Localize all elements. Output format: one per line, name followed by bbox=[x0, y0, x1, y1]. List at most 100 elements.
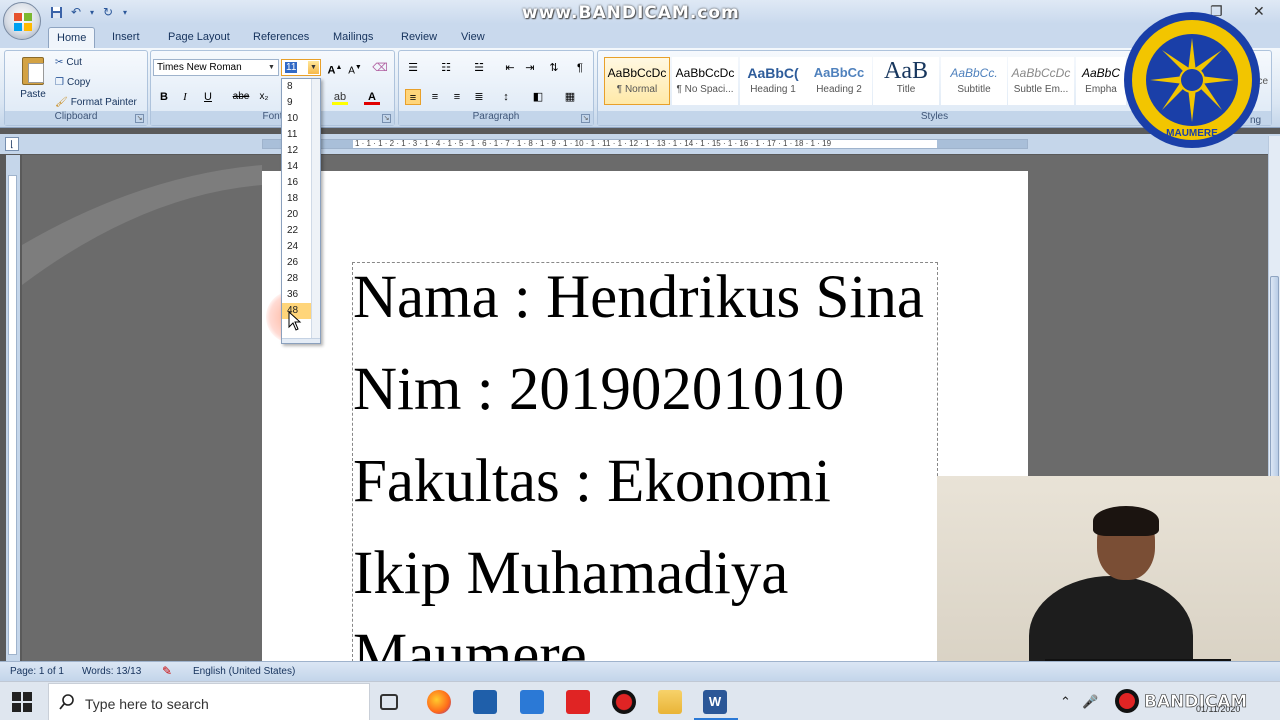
word-icon[interactable]: W bbox=[703, 690, 727, 714]
dropdown-scrollbar[interactable] bbox=[311, 79, 320, 341]
clipboard-dialog-launcher[interactable]: ↘ bbox=[135, 114, 144, 123]
align-center-icon[interactable]: ≡ bbox=[427, 89, 443, 105]
line-spacing-icon[interactable]: ↕ bbox=[498, 89, 514, 105]
language-indicator[interactable]: English (United States) bbox=[193, 666, 295, 677]
doc-line-city[interactable]: Maumere bbox=[353, 621, 587, 661]
downloader-icon[interactable] bbox=[566, 690, 590, 714]
tab-page-layout[interactable]: Page Layout bbox=[160, 27, 238, 48]
redo-icon[interactable]: ↻ bbox=[100, 4, 116, 20]
borders-icon[interactable]: ▦ bbox=[562, 89, 578, 105]
multilevel-list-icon[interactable]: ☱ bbox=[471, 60, 487, 76]
tab-review[interactable]: Review bbox=[393, 27, 445, 48]
style-subtle-emphasis[interactable]: AaBbCcDc Subtle Em... bbox=[1008, 57, 1074, 105]
clear-formatting-icon[interactable]: ⌫ bbox=[372, 60, 388, 76]
copy-button[interactable]: ❐ Copy bbox=[55, 77, 90, 88]
paragraph-dialog-launcher[interactable]: ↘ bbox=[581, 114, 590, 123]
bandicam-icon[interactable] bbox=[612, 690, 636, 714]
style-normal[interactable]: AaBbCcDc ¶ Normal bbox=[604, 57, 670, 105]
clipboard-icon bbox=[22, 57, 44, 85]
customize-qat-icon[interactable]: ▾ bbox=[120, 4, 130, 20]
title-bar: ↶ ▾ ↻ ▾ www.BANDICAM.com ❐ ✕ bbox=[0, 0, 1280, 24]
underline-button[interactable]: U bbox=[200, 89, 216, 105]
format-painter-button[interactable]: 🖌 Format Painter bbox=[55, 97, 137, 108]
decrease-indent-icon[interactable]: ⇤ bbox=[502, 60, 518, 76]
firefox-icon[interactable] bbox=[427, 690, 451, 714]
doc-line-fakultas[interactable]: Fakultas : Ekonomi bbox=[353, 447, 831, 517]
grow-font-icon[interactable]: A▲ bbox=[327, 60, 343, 77]
file-explorer-icon[interactable] bbox=[658, 690, 682, 714]
quick-access-toolbar: ↶ ▾ ↻ ▾ bbox=[48, 4, 130, 20]
word-count[interactable]: Words: 13/13 bbox=[82, 666, 141, 677]
resize-grip[interactable] bbox=[282, 338, 320, 343]
style-no-spacing[interactable]: AaBbCcDc ¶ No Spaci... bbox=[672, 57, 738, 105]
taskbar-search-box[interactable]: Type here to search bbox=[48, 683, 370, 720]
chevron-down-icon[interactable]: ▼ bbox=[308, 61, 319, 74]
doc-line-nama[interactable]: Nama : Hendrikus Sina bbox=[353, 263, 924, 333]
bandicam-text: BANDICAM bbox=[1144, 692, 1247, 712]
doc-line-institution[interactable]: Ikip Muhamadiya bbox=[353, 539, 788, 609]
office-button[interactable] bbox=[3, 2, 41, 40]
ruler-numbers: 1 · 1 · 1 · 2 · 1 · 3 · 1 · 4 · 1 · 5 · … bbox=[355, 139, 832, 148]
bullets-icon[interactable]: ☰ bbox=[405, 60, 421, 76]
subscript-button[interactable]: x₂ bbox=[256, 89, 272, 105]
style-title[interactable]: AaB Title bbox=[873, 57, 939, 105]
style-name: ¶ Normal bbox=[616, 84, 658, 95]
cut-button[interactable]: ✂ Cut bbox=[55, 57, 82, 68]
vertical-ruler[interactable] bbox=[6, 155, 20, 661]
style-sample: AaB bbox=[884, 58, 928, 84]
store-icon[interactable] bbox=[473, 690, 497, 714]
mail-icon[interactable] bbox=[520, 690, 544, 714]
font-name-combo[interactable]: Times New Roman ▼ bbox=[153, 59, 279, 76]
chevron-up-icon[interactable]: ⌃ bbox=[1060, 694, 1071, 710]
style-sample: AaBbCc. bbox=[950, 66, 998, 80]
strikethrough-button[interactable]: abe bbox=[230, 89, 252, 105]
cut-label: Cut bbox=[66, 57, 82, 68]
style-heading-2[interactable]: AaBbCc Heading 2 bbox=[806, 57, 872, 105]
style-heading-1[interactable]: AaBbC( Heading 1 bbox=[740, 57, 806, 105]
tab-insert[interactable]: Insert bbox=[104, 27, 148, 48]
style-subtitle[interactable]: AaBbCc. Subtitle bbox=[941, 57, 1007, 105]
sort-icon[interactable]: ⇅ bbox=[546, 60, 562, 76]
bold-button[interactable]: B bbox=[156, 89, 172, 105]
paste-button[interactable]: Paste bbox=[13, 57, 53, 111]
tab-view[interactable]: View bbox=[453, 27, 493, 48]
horizontal-ruler[interactable]: 1 · 1 · 1 · 2 · 1 · 3 · 1 · 4 · 1 · 5 · … bbox=[262, 139, 1028, 149]
windows-start-icon[interactable] bbox=[12, 692, 32, 712]
font-color-icon[interactable]: A bbox=[364, 89, 380, 105]
windows-taskbar: Type here to search W ⌃ 🎤 01/11/2020 bbox=[0, 681, 1280, 720]
tab-references[interactable]: References bbox=[245, 27, 317, 48]
task-view-icon[interactable] bbox=[380, 694, 398, 710]
doc-line-nim[interactable]: Nim : 20190201010 bbox=[353, 355, 844, 425]
save-icon[interactable] bbox=[48, 4, 64, 20]
undo-icon[interactable]: ↶ bbox=[68, 4, 84, 20]
numbering-icon[interactable]: ☷ bbox=[438, 60, 454, 76]
style-sample: AaBbCcDc bbox=[1011, 66, 1071, 80]
align-left-icon[interactable]: ≡ bbox=[405, 89, 421, 105]
right-margin bbox=[937, 140, 1027, 148]
italic-button[interactable]: I bbox=[177, 89, 193, 105]
undo-dropdown-icon[interactable]: ▾ bbox=[88, 4, 96, 20]
proofing-icon[interactable]: ✎ bbox=[162, 664, 172, 678]
tab-mailings[interactable]: Mailings bbox=[325, 27, 381, 48]
style-sample: AaBbCc bbox=[813, 65, 865, 80]
increase-indent-icon[interactable]: ⇥ bbox=[522, 60, 538, 76]
highlight-icon[interactable]: ab bbox=[332, 89, 348, 105]
seal-bottom-text: MAUMERE bbox=[1166, 128, 1218, 139]
bandicam-logo: BANDICAM bbox=[1115, 689, 1248, 713]
page-count[interactable]: Page: 1 of 1 bbox=[10, 666, 64, 677]
justify-icon[interactable]: ≣ bbox=[471, 89, 487, 105]
tab-home[interactable]: Home bbox=[48, 27, 96, 48]
font-size-combo[interactable]: 11 ▼ bbox=[281, 59, 321, 76]
text-box[interactable]: Nama : Hendrikus Sina Nim : 20190201010 … bbox=[352, 262, 938, 662]
shading-icon[interactable]: ◧ bbox=[530, 89, 546, 105]
shrink-font-icon[interactable]: A▼ bbox=[347, 60, 363, 76]
show-hide-icon[interactable]: ¶ bbox=[572, 60, 588, 76]
chevron-down-icon[interactable]: ▼ bbox=[266, 61, 277, 74]
paragraph-group-label: Paragraph bbox=[399, 111, 593, 125]
style-emphasis[interactable]: AaBbC Empha bbox=[1076, 57, 1126, 105]
font-size-dropdown[interactable]: 8 9 10 11 12 14 16 18 20 22 24 26 28 36 … bbox=[281, 78, 321, 344]
microphone-icon[interactable]: 🎤 bbox=[1082, 694, 1098, 710]
font-dialog-launcher[interactable]: ↘ bbox=[382, 114, 391, 123]
tab-selector[interactable]: ⌊ bbox=[5, 137, 19, 151]
align-right-icon[interactable]: ≡ bbox=[449, 89, 465, 105]
